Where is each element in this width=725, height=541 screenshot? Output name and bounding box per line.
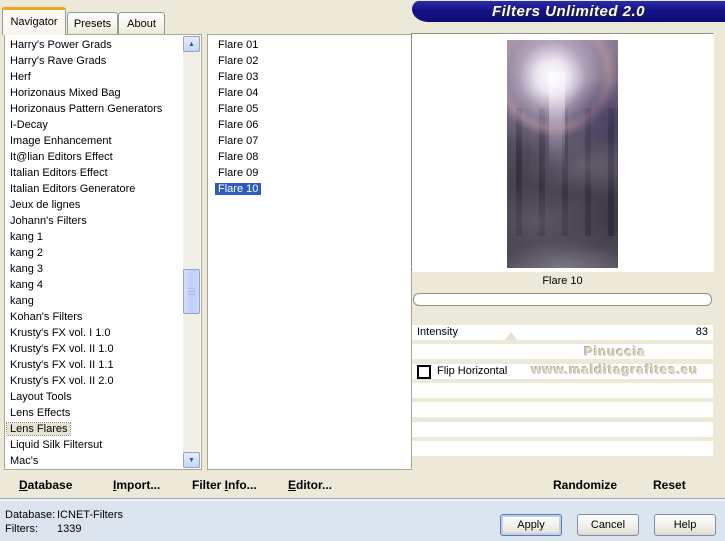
list-item[interactable]: Johann's Filters — [5, 213, 183, 229]
preview-fog-layer — [507, 40, 618, 268]
filters-status-label: Filters: — [5, 523, 38, 535]
scrollbar-thumb[interactable] — [183, 269, 200, 314]
list-item[interactable]: Flare 07 — [208, 133, 409, 149]
list-item[interactable]: Jeux de lignes — [5, 197, 183, 213]
list-item[interactable]: Horizonaus Pattern Generators — [5, 101, 183, 117]
list-item[interactable]: Flare 04 — [208, 85, 409, 101]
filter-info-button[interactable]: Filter Info... — [192, 478, 257, 492]
database-status-label: Database: — [5, 509, 56, 521]
list-item[interactable]: kang 3 — [5, 261, 183, 277]
cancel-button[interactable]: Cancel — [577, 514, 639, 536]
help-button[interactable]: Help — [654, 514, 716, 536]
filters-status-value: 1339 — [57, 523, 82, 535]
scroll-up-icon: ▲ — [188, 40, 195, 48]
empty-control-row — [412, 383, 713, 398]
list-item[interactable]: Mac's — [5, 453, 183, 469]
list-item[interactable]: kang 1 — [5, 229, 183, 245]
list-item[interactable]: Flare 02 — [208, 53, 409, 69]
list-item[interactable]: I-Decay — [5, 117, 183, 133]
category-list: Harry's Power Grads Harry's Rave Grads Her… — [5, 37, 183, 469]
empty-control-row — [412, 441, 713, 456]
list-item[interactable]: Italian Editors Generatore — [5, 181, 183, 197]
tab-presets-label: Presets — [73, 18, 112, 30]
list-item[interactable]: Herf — [5, 69, 183, 85]
database-status-value: ICNET-Filters — [57, 509, 123, 521]
list-item[interactable]: Flare 05 — [208, 101, 409, 117]
tab-about[interactable]: About — [118, 12, 165, 35]
list-item[interactable]: It@lian Editors Effect — [5, 149, 183, 165]
list-item[interactable]: Lens Effects — [5, 405, 183, 421]
intensity-slider-row[interactable]: Intensity 83 — [412, 325, 713, 340]
filter-list: Flare 01 Flare 02 Flare 03 Flare 04 Flare 05… — [208, 37, 409, 197]
watermark-line2: www.malditagrafites.eu — [531, 362, 699, 377]
flip-horizontal-checkbox[interactable] — [417, 364, 431, 379]
list-item[interactable]: Krusty's FX vol. II 2.0 — [5, 373, 183, 389]
apply-button[interactable]: Apply — [500, 514, 562, 536]
filter-listbox: Flare 01 Flare 02 Flare 03 Flare 04 Flare 05… — [207, 34, 412, 470]
app-title: Filters Unlimited 2.0 — [491, 3, 646, 20]
slider-thumb-icon[interactable] — [505, 332, 517, 340]
list-item[interactable]: kang 4 — [5, 277, 183, 293]
preview-image — [507, 40, 618, 268]
list-item[interactable]: Flare 06 — [208, 117, 409, 133]
list-item[interactable]: kang 2 — [5, 245, 183, 261]
database-button[interactable]: Database — [19, 478, 72, 492]
cancel-button-label: Cancel — [590, 519, 626, 531]
list-item[interactable]: Krusty's FX vol. I 1.0 — [5, 325, 183, 341]
list-item[interactable]: Image Enhancement — [5, 133, 183, 149]
import-button[interactable]: Import... — [113, 478, 160, 492]
scroll-up-button[interactable]: ▲ — [183, 36, 200, 52]
scroll-down-icon: ▼ — [188, 456, 195, 464]
tab-presets[interactable]: Presets — [67, 12, 118, 35]
help-button-label: Help — [673, 519, 697, 531]
list-item[interactable]: Horizonaus Mixed Bag — [5, 85, 183, 101]
filters-unlimited-dialog: Filters Unlimited 2.0 Navigator Presets … — [0, 0, 725, 541]
list-item[interactable]: Layout Tools — [5, 389, 183, 405]
list-item[interactable]: Krusty's FX vol. II 1.0 — [5, 341, 183, 357]
reset-button[interactable]: Reset — [653, 478, 686, 492]
list-item[interactable]: Lens Flares — [5, 421, 183, 437]
preview-panel — [411, 33, 714, 272]
list-item[interactable]: Krusty's FX vol. II 1.1 — [5, 357, 183, 373]
tab-navigator[interactable]: Navigator — [2, 7, 66, 35]
watermark-line1: Pinuccia — [584, 344, 646, 359]
list-item[interactable]: Flare 10 — [208, 181, 409, 197]
category-listbox: Harry's Power Grads Harry's Rave Grads Her… — [4, 34, 202, 470]
list-item[interactable]: Harry's Power Grads — [5, 37, 183, 53]
editor-button[interactable]: Editor... — [288, 478, 332, 492]
title-banner: Filters Unlimited 2.0 — [412, 1, 725, 22]
empty-control-row — [412, 422, 713, 437]
list-item[interactable]: Flare 09 — [208, 165, 409, 181]
empty-control-row — [412, 402, 713, 417]
list-item[interactable]: Harry's Rave Grads — [5, 53, 183, 69]
tab-about-label: About — [127, 18, 156, 30]
list-item[interactable]: Kohan's Filters — [5, 309, 183, 325]
intensity-label: Intensity — [417, 326, 458, 338]
apply-button-label: Apply — [517, 519, 545, 531]
randomize-button[interactable]: Randomize — [553, 478, 617, 492]
list-item[interactable]: kang — [5, 293, 183, 309]
list-item[interactable]: Flare 03 — [208, 69, 409, 85]
preview-progress-bar — [413, 293, 712, 306]
list-item[interactable]: Flare 01 — [208, 37, 409, 53]
scroll-down-button[interactable]: ▼ — [183, 452, 200, 468]
intensity-value: 83 — [695, 326, 708, 338]
category-scrollbar[interactable]: ▲ ▼ — [183, 36, 200, 468]
list-item[interactable]: Flare 08 — [208, 149, 409, 165]
list-item[interactable]: Italian Editors Effect — [5, 165, 183, 181]
tab-navigator-label: Navigator — [10, 15, 58, 28]
preview-caption: Flare 10 — [542, 275, 583, 287]
list-item[interactable]: Liquid Silk Filtersut — [5, 437, 183, 453]
